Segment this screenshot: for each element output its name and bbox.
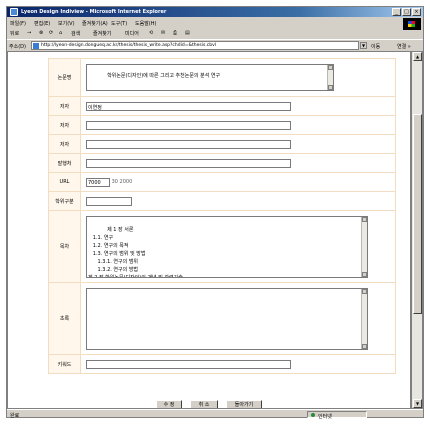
home-icon[interactable]: ⌂ [59,30,62,36]
title-bar[interactable]: Lyeon Design Indiview - Microsoft Intern… [7,7,423,17]
form-row-abstract: 초록 [48,282,396,355]
abstract-textarea[interactable] [86,287,368,350]
author-input-3[interactable] [86,139,291,149]
field-label: URL [48,172,81,192]
form-row-author-3: 저자 [48,134,396,154]
media-button[interactable]: 미디어 [125,30,139,37]
field-label: 발행처 [48,153,81,173]
page-scrollbar[interactable]: ▲ ▼ [411,51,423,409]
form-row-url: URL 7000 30 2000 [48,172,396,192]
edit-icon[interactable]: ▤ [185,30,190,36]
forward-button[interactable]: → [27,30,31,36]
address-bar: 주소(D) http://lyeon-design.dongueq.ac.kr/… [7,39,423,50]
mail-icon[interactable]: ✉ [161,30,165,36]
internet-explorer-icon [10,8,18,16]
cancel-button[interactable]: 취 소 [190,400,218,408]
links-button[interactable]: 연결 » [397,43,411,50]
go-button[interactable]: 이동 [371,43,380,50]
window-title: Lyeon Design Indiview - Microsoft Intern… [21,9,167,15]
menu-file[interactable]: 파일(F) [10,20,26,27]
textarea-scrollbar[interactable] [327,65,333,90]
field-label: 저자 [48,115,81,135]
field-label: 학위구분 [48,191,81,211]
scroll-up-icon[interactable]: ▲ [413,52,422,61]
publisher-input[interactable] [86,158,291,168]
stop-icon[interactable]: ⊗ [39,30,43,36]
contents-textarea[interactable]: 제 1 장 서론 1.1. 연구 1.2. 연구의 목적 1.3. 연구의 범위… [86,215,368,278]
zone-label: 인터넷 [318,414,332,420]
menu-view[interactable]: 보기(V) [58,20,75,27]
print-icon[interactable]: ⎙ [173,30,177,36]
address-input[interactable]: http://lyeon-design.dongueq.ac.kr/thesis… [31,41,359,50]
form-row-author-2: 저자 [48,115,396,135]
form-row-degree: 학위구분 [48,191,396,211]
author-input-2[interactable] [86,120,291,130]
scroll-down-icon[interactable]: ▼ [413,399,422,408]
keyword-input[interactable] [86,359,291,369]
field-label: 저자 [48,134,81,154]
menu-bar: 파일(F) 편집(E) 보기(V) 즐겨찾기(A) 도구(T) 도움말(H) [7,18,423,27]
menu-favorites[interactable]: 즐겨찾기(A) [82,20,108,27]
page-content: 논문명 학위논문(디자인)에 따른 그리고 추천논문의 분석 연구 저자 이연정… [7,51,411,409]
form-row-author-1: 저자 이연정 [48,96,396,116]
address-url[interactable]: http://lyeon-design.dongueq.ac.kr/thesis… [41,43,216,48]
textarea-scrollbar[interactable] [361,216,367,277]
favorites-button[interactable]: 즐겨찾기 [93,30,111,37]
history-icon[interactable]: ⟲ [149,30,153,36]
security-zone: 인터넷 [307,411,367,420]
toolbar: 뒤로 → ⊗ ⟳ ⌂ 검색 즐겨찾기 미디어 ⟲ ✉ ⎙ ▤ [7,28,402,38]
status-bar: 완료 인터넷 [7,409,423,420]
author-input-1[interactable]: 이연정 [86,101,291,111]
degree-input[interactable] [86,196,132,206]
menu-help[interactable]: 도움말(H) [135,20,156,27]
field-label: 초록 [48,282,81,355]
scroll-thumb[interactable] [413,114,422,314]
back-button[interactable]: 뒤로 [10,30,19,37]
field-label: 저자 [48,96,81,116]
menu-edit[interactable]: 편집(E) [34,20,50,27]
browser-window: Lyeon Design Indiview - Microsoft Intern… [6,6,424,420]
refresh-icon[interactable]: ⟳ [49,30,53,36]
textarea-scrollbar[interactable] [361,288,367,349]
internet-zone-icon [311,413,315,417]
form-row-title: 논문명 학위논문(디자인)에 따른 그리고 추천논문의 분석 연구 [48,58,396,97]
form-row-keyword: 키워드 [48,354,396,374]
url-input[interactable]: 7000 [86,177,110,187]
windows-logo-icon [403,18,421,30]
maximize-button[interactable]: □ [402,8,411,16]
address-dropdown-icon[interactable]: ▼ [360,42,367,49]
back-to-list-button[interactable]: 돌아가기 [226,400,262,408]
save-button[interactable]: 수 정 [156,400,182,408]
thesis-form: 논문명 학위논문(디자인)에 따른 그리고 추천논문의 분석 연구 저자 이연정… [48,58,396,374]
form-row-contents: 목차 제 1 장 서론 1.1. 연구 1.2. 연구의 목적 1.3. 연구의… [48,210,396,283]
status-text: 완료 [10,413,20,419]
thesis-title-textarea[interactable]: 학위논문(디자인)에 따른 그리고 추천논문의 분석 연구 [86,64,334,91]
page-icon [33,43,39,49]
field-label: 목차 [48,210,81,283]
form-row-publisher: 발행처 [48,153,396,173]
minimize-button[interactable]: _ [392,8,401,16]
url-suffix-text: 30 2000 [111,179,133,185]
field-label: 키워드 [48,354,81,374]
thesis-title-value: 학위논문(디자인)에 따른 그리고 추천논문의 분석 연구 [107,73,221,79]
field-label: 논문명 [48,58,81,97]
address-label: 주소(D) [9,44,26,50]
menu-tools[interactable]: 도구(T) [111,20,127,27]
search-button[interactable]: 검색 [71,30,80,37]
contents-value: 제 1 장 서론 1.1. 연구 1.2. 연구의 목적 1.3. 연구의 범위… [88,226,183,278]
close-button[interactable]: × [412,8,421,16]
